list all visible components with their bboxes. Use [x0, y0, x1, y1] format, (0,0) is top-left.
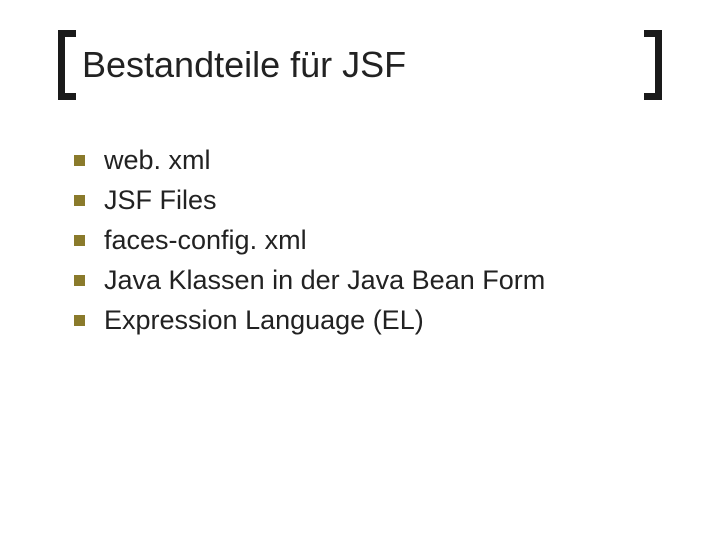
square-bullet-icon — [74, 155, 85, 166]
slide-title: Bestandteile für JSF — [82, 45, 638, 85]
list-item: faces-config. xml — [70, 220, 660, 260]
bullet-list: web. xml JSF Files faces-config. xml Jav… — [70, 140, 660, 340]
list-item: Expression Language (EL) — [70, 300, 660, 340]
list-item-label: Expression Language (EL) — [104, 305, 424, 335]
list-item: Java Klassen in der Java Bean Form — [70, 260, 660, 300]
list-item-label: JSF Files — [104, 185, 217, 215]
list-item-label: web. xml — [104, 145, 211, 175]
left-bracket-icon — [58, 30, 76, 100]
right-bracket-icon — [644, 30, 662, 100]
square-bullet-icon — [74, 195, 85, 206]
slide-body: web. xml JSF Files faces-config. xml Jav… — [70, 140, 660, 340]
square-bullet-icon — [74, 275, 85, 286]
list-item-label: faces-config. xml — [104, 225, 307, 255]
square-bullet-icon — [74, 235, 85, 246]
list-item-label: Java Klassen in der Java Bean Form — [104, 265, 545, 295]
list-item: web. xml — [70, 140, 660, 180]
list-item: JSF Files — [70, 180, 660, 220]
square-bullet-icon — [74, 315, 85, 326]
slide: Bestandteile für JSF web. xml JSF Files … — [0, 0, 720, 540]
title-bar: Bestandteile für JSF — [58, 30, 662, 100]
